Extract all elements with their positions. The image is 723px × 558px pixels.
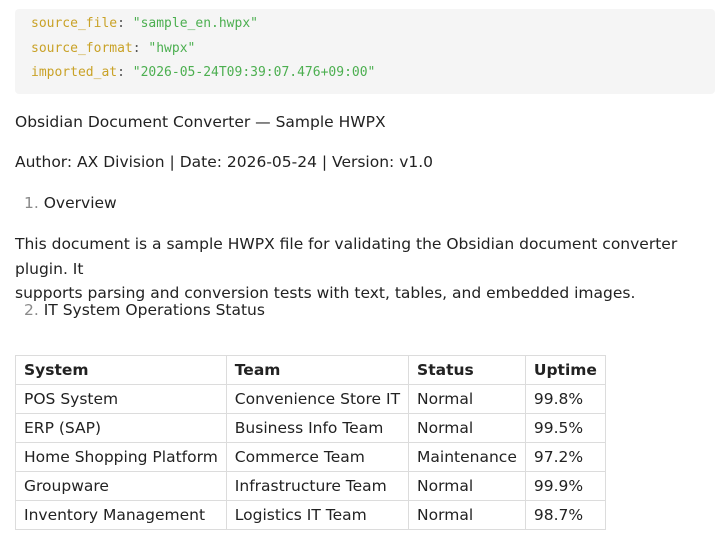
- document-title: Obsidian Document Converter — Sample HWP…: [15, 113, 386, 131]
- paragraph-line: This document is a sample HWPX file for …: [15, 235, 678, 278]
- cell-status: Normal: [408, 471, 526, 501]
- cell-system: Groupware: [15, 471, 227, 501]
- cell-uptime: 99.9%: [524, 471, 606, 501]
- section-heading-it-status: 2. IT System Operations Status: [24, 298, 265, 322]
- document-page: source_file: "sample_en.hwpx" source_for…: [0, 0, 723, 558]
- cell-team: Business Info Team: [225, 413, 410, 443]
- frontmatter-code-block: source_file: "sample_en.hwpx" source_for…: [15, 9, 715, 94]
- column-header-status: Status: [408, 355, 526, 385]
- cell-team: Convenience Store IT: [225, 384, 410, 414]
- cell-uptime: 99.8%: [524, 384, 606, 414]
- table-row: Home Shopping Platform Commerce Team Mai…: [15, 442, 606, 472]
- cell-status: Maintenance: [408, 442, 526, 472]
- frontmatter-key: imported_at: [31, 65, 118, 80]
- frontmatter-value: "2026-05-24T09:39:07.476+09:00": [132, 65, 376, 80]
- cell-uptime: 98.7%: [524, 500, 606, 530]
- frontmatter-key: source_format: [31, 40, 133, 56]
- table-row: Inventory Management Logistics IT Team N…: [15, 500, 606, 530]
- cell-team: Infrastructure Team: [225, 471, 410, 501]
- cell-system: POS System: [15, 384, 227, 414]
- section-title: Overview: [43, 194, 117, 212]
- it-systems-table: System Team Status Uptime POS System Con…: [15, 355, 606, 530]
- frontmatter-value: "hwpx": [148, 40, 196, 56]
- section-title: IT System Operations Status: [43, 301, 265, 319]
- table-row: POS System Convenience Store IT Normal 9…: [15, 384, 606, 414]
- frontmatter-line: source_format: "hwpx": [31, 40, 196, 56]
- cell-uptime: 99.5%: [524, 413, 606, 443]
- cell-system: ERP (SAP): [15, 413, 227, 443]
- column-header-team: Team: [225, 355, 410, 385]
- column-header-uptime: Uptime: [524, 355, 606, 385]
- overview-paragraph: This document is a sample HWPX file for …: [15, 232, 723, 306]
- cell-uptime: 97.2%: [524, 442, 606, 472]
- cell-system: Inventory Management: [15, 500, 227, 530]
- cell-team: Logistics IT Team: [225, 500, 410, 530]
- table-header-row: System Team Status Uptime: [15, 355, 606, 385]
- cell-system: Home Shopping Platform: [15, 442, 227, 472]
- column-header-system: System: [15, 355, 227, 385]
- cell-team: Commerce Team: [225, 442, 410, 472]
- frontmatter-key: source_file: [31, 16, 118, 31]
- table-row: Groupware Infrastructure Team Normal 99.…: [15, 471, 606, 501]
- cell-status: Normal: [408, 500, 526, 530]
- frontmatter-line: source_file: "sample_en.hwpx": [31, 16, 258, 31]
- section-heading-overview: 1. Overview: [24, 191, 117, 215]
- list-number: 2.: [24, 301, 39, 319]
- document-meta: Author: AX Division | Date: 2026-05-24 |…: [15, 153, 434, 171]
- table-row: ERP (SAP) Business Info Team Normal 99.5…: [15, 413, 606, 443]
- cell-status: Normal: [408, 384, 526, 414]
- list-number: 1.: [24, 194, 39, 212]
- cell-status: Normal: [408, 413, 526, 443]
- frontmatter-value: "sample_en.hwpx": [132, 16, 258, 31]
- frontmatter-line: imported_at: "2026-05-24T09:39:07.476+09…: [31, 65, 376, 80]
